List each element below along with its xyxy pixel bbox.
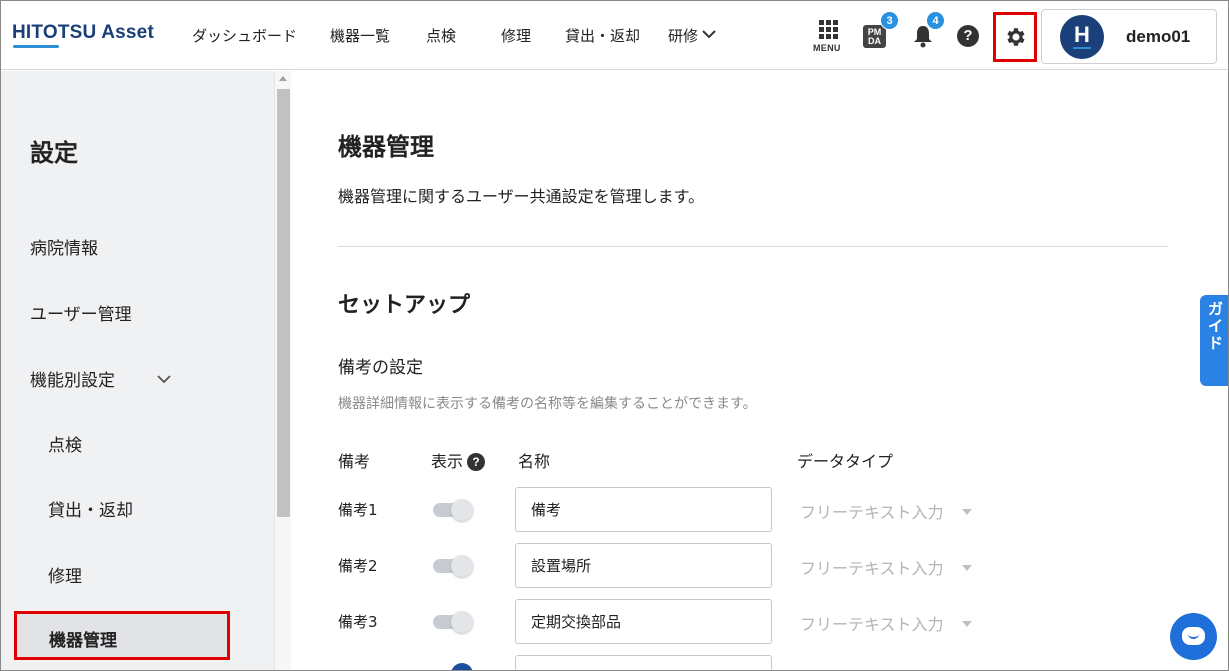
menu-grid-icon[interactable]	[817, 20, 839, 39]
chevron-down-icon	[157, 369, 171, 389]
nav-device-list[interactable]: 機器一覧	[330, 25, 390, 46]
nav-training[interactable]: 研修	[668, 25, 716, 46]
app-logo[interactable]: HITOTSU Asset	[12, 22, 154, 44]
scrollbar-thumb[interactable]	[277, 89, 290, 517]
sidebar-item-user-management[interactable]: ユーザー管理	[30, 300, 132, 325]
data-type-value: フリーテキスト入力	[800, 615, 944, 634]
column-header-remark: 備考	[338, 452, 371, 471]
dropdown-arrow-icon	[961, 509, 972, 515]
remark-row-label: 備考2	[338, 557, 378, 575]
guide-tab-char: ド	[1208, 334, 1224, 352]
remark-name-input[interactable]	[515, 487, 772, 532]
pmda-icon[interactable]: PM DA	[863, 25, 886, 48]
nav-training-label: 研修	[668, 27, 699, 45]
settings-sidebar: 設定 病院情報 ユーザー管理 機能別設定 点検 貸出・返却 修理 機器管理	[0, 71, 274, 671]
remark-name-input[interactable]	[515, 655, 772, 671]
user-menu[interactable]: H demo01	[1041, 9, 1217, 64]
notification-count-badge: 4	[926, 11, 945, 30]
chevron-down-icon	[702, 25, 716, 43]
logo-text-tail: t	[147, 22, 154, 43]
scroll-up-arrow-icon[interactable]	[279, 76, 287, 81]
chat-icon	[1182, 627, 1205, 645]
sidebar-item-lending-return[interactable]: 貸出・返却	[48, 496, 133, 521]
sidebar-scrollbar[interactable]	[274, 71, 291, 671]
display-toggle[interactable]	[433, 611, 475, 633]
dropdown-arrow-icon	[961, 565, 972, 571]
display-toggle[interactable]	[433, 555, 475, 577]
avatar: H	[1060, 15, 1104, 59]
nav-lending-return[interactable]: 貸出・返却	[565, 25, 640, 46]
help-icon[interactable]: ?	[957, 25, 979, 47]
display-toggle[interactable]	[433, 499, 475, 521]
chat-button[interactable]	[1170, 613, 1217, 660]
column-header-name: 名称	[518, 452, 551, 471]
page-title: 機器管理	[338, 133, 434, 161]
data-type-select[interactable]: フリーテキスト入力	[800, 555, 972, 579]
column-header-display: 表示?	[431, 448, 486, 472]
data-type-select[interactable]: フリーテキスト入力	[800, 499, 972, 523]
sidebar-item-label: 機器管理	[49, 631, 117, 651]
help-icon[interactable]: ?	[467, 453, 486, 471]
guide-tab[interactable]: ガ イ ド	[1200, 295, 1229, 386]
nav-dashboard[interactable]: ダッシュボード	[192, 25, 297, 46]
gear-icon[interactable]	[1004, 25, 1028, 49]
guide-tab-char: ガ	[1208, 300, 1224, 318]
top-header: HITOTSU Asset ダッシュボード 機器一覧 点検 修理 貸出・返却 研…	[0, 0, 1229, 70]
data-type-value: フリーテキスト入力	[800, 559, 944, 578]
sidebar-item-device-management[interactable]: 機器管理	[14, 611, 230, 660]
divider	[338, 246, 1168, 247]
sidebar-item-feature-settings[interactable]: 機能別設定	[30, 366, 180, 391]
data-type-select[interactable]: フリーテキスト入力	[800, 611, 972, 635]
guide-tab-char: イ	[1208, 317, 1224, 335]
data-type-value: フリーテキスト入力	[800, 503, 944, 522]
sidebar-item-inspection[interactable]: 点検	[48, 431, 82, 456]
nav-repair[interactable]: 修理	[501, 25, 531, 46]
remark-row-label: 備考3	[338, 613, 378, 631]
sidebar-item-label: 機能別設定	[30, 371, 115, 391]
display-toggle[interactable]	[451, 663, 473, 671]
remark-name-input[interactable]	[515, 599, 772, 644]
username: demo01	[1126, 27, 1191, 46]
logo-underline	[13, 45, 59, 48]
dropdown-arrow-icon	[961, 621, 972, 627]
column-header-data-type: データタイプ	[797, 452, 894, 471]
sidebar-item-repair[interactable]: 修理	[48, 562, 82, 587]
nav-inspection[interactable]: 点検	[426, 25, 456, 46]
column-header-display-label: 表示	[431, 452, 464, 471]
subsection-title: 備考の設定	[338, 358, 423, 378]
main-content: 機器管理 機器管理に関するユーザー共通設定を管理します。 セットアップ 備考の設…	[291, 71, 1221, 671]
menu-label: MENU	[813, 43, 841, 53]
remark-row-label: 備考1	[338, 501, 378, 519]
sidebar-item-hospital-info[interactable]: 病院情報	[30, 234, 98, 259]
remark-name-input[interactable]	[515, 543, 772, 588]
sidebar-title: 設定	[30, 139, 78, 167]
subsection-description: 機器詳細情報に表示する備考の名称等を編集することができます。	[338, 396, 757, 412]
pmda-count-badge: 3	[880, 11, 899, 30]
page-description: 機器管理に関するユーザー共通設定を管理します。	[338, 187, 705, 206]
logo-text: HITOTSU Asse	[12, 22, 148, 43]
section-title: セットアップ	[338, 293, 471, 318]
